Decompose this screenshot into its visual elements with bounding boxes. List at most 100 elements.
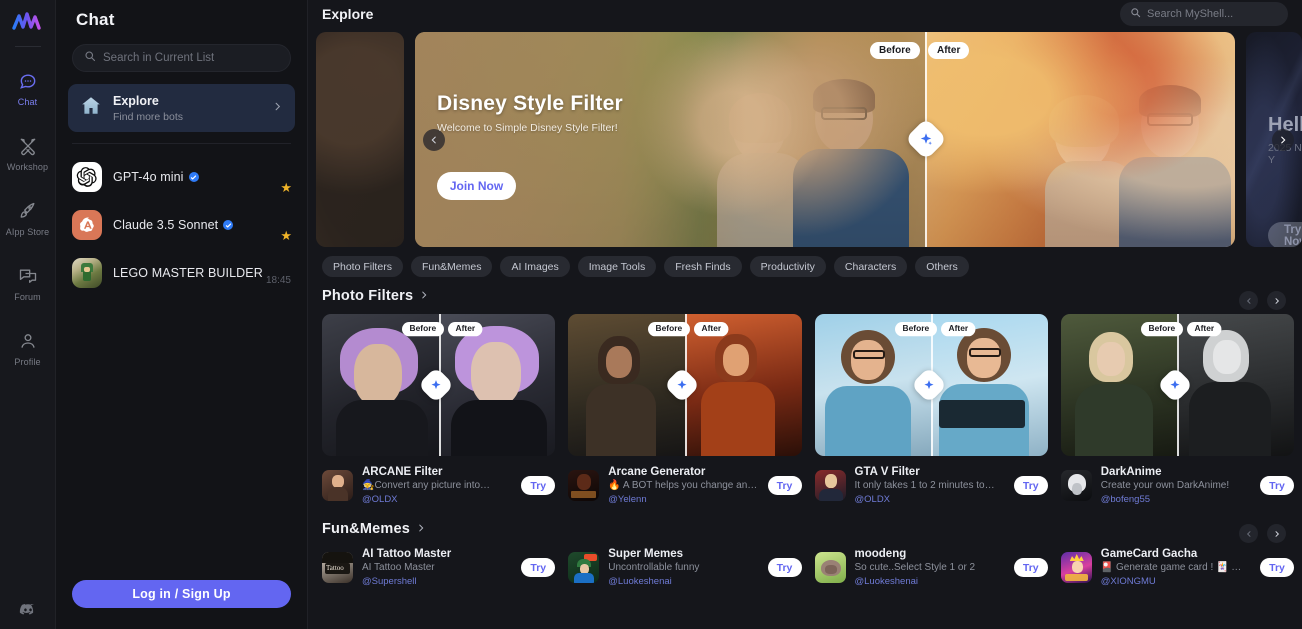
card-description: Uncontrollable funny (608, 562, 700, 573)
before-badge: Before (1140, 322, 1183, 337)
bot-card[interactable]: Before After Arcane Generator 🔥 A BOT he… (568, 314, 802, 506)
try-button[interactable]: Try (767, 476, 802, 495)
section-next-button[interactable] (1267, 291, 1286, 310)
chat-search-input[interactable]: Search in Current List (72, 44, 291, 72)
try-button[interactable]: Try (1260, 476, 1294, 495)
star-icon[interactable]: ★ (280, 181, 292, 194)
login-signup-button[interactable]: Log in / Sign Up (72, 580, 291, 608)
hero-subtitle: Welcome to Simple Disney Style Filter! (437, 122, 618, 134)
bot-card[interactable]: Before After ARCANE Filter � (322, 314, 556, 506)
try-button[interactable]: Try (1013, 476, 1048, 495)
rail-item-app-store[interactable]: AIpp Store (0, 191, 56, 244)
chip-others[interactable]: Others (915, 256, 969, 277)
search-icon (84, 49, 96, 67)
hero-prev-button[interactable] (423, 128, 445, 151)
card-title: Super Memes (608, 548, 684, 560)
hero-slide-previous[interactable] (316, 32, 404, 247)
bot-card[interactable]: Tattoo AI Tattoo Master AI Tattoo Master… (322, 547, 556, 588)
myshell-logo[interactable] (8, 6, 48, 40)
card-text: moodeng So cute..Select Style 1 or 2 @Lu… (855, 547, 1005, 588)
hero-slide-next[interactable]: Hello 2025 New Y Try Now (1246, 32, 1302, 247)
list-item[interactable]: GPT-4o mini ★ (56, 153, 307, 201)
before-badge: Before (870, 42, 920, 59)
card-thumbnail[interactable]: Before After (322, 314, 556, 456)
list-item-name-wrap: Claude 3.5 Sonnet (113, 218, 234, 232)
rail-item-chat[interactable]: Chat (0, 61, 56, 114)
chevron-right-icon (416, 520, 426, 538)
explore-subtitle: Find more bots (113, 111, 184, 123)
bot-card[interactable]: Before After GTA V Filter It only takes … (814, 314, 1048, 506)
section-header[interactable]: Photo Filters (322, 287, 1302, 305)
card-grid: Before After ARCANE Filter � (322, 314, 1302, 506)
try-button[interactable]: Try (767, 558, 802, 577)
star-icon[interactable]: ★ (280, 229, 292, 242)
card-author[interactable]: @OLDX (362, 493, 512, 506)
chip-photo-filters[interactable]: Photo Filters (322, 256, 403, 277)
chat-list: GPT-4o mini ★ Claude 3.5 Sonnet ★ LEGO M… (56, 153, 307, 297)
rail-item-workshop[interactable]: Workshop (0, 126, 56, 179)
section-prev-button[interactable] (1239, 291, 1258, 310)
section-photo-filters: Photo Filters Before After ARCANE Filter… (308, 277, 1302, 506)
sidebar-item-explore[interactable]: Explore Find more bots (68, 84, 295, 132)
card-thumbnail[interactable]: Before After (568, 314, 802, 456)
card-description: 🧙Convert any picture into… (362, 480, 491, 491)
card-title: DarkAnime (1100, 466, 1162, 478)
try-button[interactable]: Try (521, 476, 556, 495)
card-author[interactable]: @Supershell (362, 575, 512, 588)
after-badge: After (928, 42, 970, 59)
card-author[interactable]: @bofeng55 (1101, 493, 1251, 506)
discord-icon[interactable] (0, 603, 56, 617)
card-description: AI Tattoo Master (362, 562, 435, 573)
card-grid: Tattoo AI Tattoo Master AI Tattoo Master… (322, 547, 1302, 588)
try-button[interactable]: Try (1260, 558, 1294, 577)
section-next-button[interactable] (1267, 524, 1286, 543)
chat-panel-title: Chat (76, 10, 115, 29)
card-author[interactable]: @OLDX (855, 493, 1005, 506)
list-item[interactable]: LEGO MASTER BUILDER 18:45 (56, 249, 307, 297)
avatar (814, 552, 846, 583)
before-badge: Before (648, 322, 690, 337)
rail-item-profile[interactable]: Profile (0, 321, 56, 374)
card-author[interactable]: @XIONGMU (1101, 575, 1251, 588)
section-header[interactable]: Fun&Memes (322, 520, 1302, 538)
card-text: GTA V Filter It only takes 1 to 2 minute… (855, 465, 1005, 506)
chip-fresh-finds[interactable]: Fresh Finds (664, 256, 742, 277)
search-input[interactable]: Search MyShell... (1120, 2, 1288, 26)
try-button[interactable]: Try (1013, 558, 1048, 577)
list-item[interactable]: Claude 3.5 Sonnet ★ (56, 201, 307, 249)
section-nav (1239, 291, 1286, 310)
card-author[interactable]: @Luokeshenai (855, 575, 1005, 588)
avatar (72, 162, 102, 192)
join-now-button[interactable]: Join Now (437, 172, 516, 200)
avatar: Tattoo (322, 552, 353, 583)
bot-card[interactable]: Super Memes Uncontrollable funny @Luokes… (568, 547, 802, 588)
bot-card[interactable]: GameCard Gacha 🎴 Generate game card ! 🃏 … (1060, 547, 1294, 588)
page-title: Explore (322, 6, 374, 22)
try-button[interactable]: Try (521, 558, 556, 577)
section-nav (1239, 524, 1286, 543)
before-badge: Before (894, 322, 937, 337)
main-content: Explore Search MyShell... Before After D… (308, 0, 1302, 629)
card-thumbnail[interactable]: Before After (814, 314, 1048, 456)
rail-item-forum[interactable]: Forum (0, 256, 56, 309)
bot-card[interactable]: moodeng So cute..Select Style 1 or 2 @Lu… (814, 547, 1048, 588)
chip-productivity[interactable]: Productivity (749, 256, 826, 277)
chip-characters[interactable]: Characters (833, 256, 908, 277)
card-description: 🔥 A BOT helps you change an… (608, 480, 758, 491)
chip-fun-memes[interactable]: Fun&Memes (410, 256, 493, 277)
hero-next-button[interactable] (1272, 128, 1294, 151)
card-author[interactable]: @Luokeshenai (608, 575, 758, 588)
section-fun-memes: Fun&Memes Tattoo AI Tattoo Master AI Tat… (308, 506, 1302, 588)
hero-track: Before After Disney Style Filter Welcome… (308, 32, 1302, 247)
rail-label-profile: Profile (14, 357, 41, 367)
card-thumbnail[interactable]: Before After (1060, 314, 1294, 456)
bot-card[interactable]: Before After DarkAnime Create your own D… (1060, 314, 1294, 506)
card-author[interactable]: @Yelenn (608, 493, 758, 506)
before-badge: Before (402, 322, 444, 337)
section-prev-button[interactable] (1239, 524, 1258, 543)
try-now-button[interactable]: Try Now (1268, 222, 1302, 247)
chip-ai-images[interactable]: AI Images (500, 256, 570, 277)
hero-slide-active[interactable]: Before After Disney Style Filter Welcome… (415, 32, 1235, 247)
chip-image-tools[interactable]: Image Tools (577, 256, 657, 277)
card-title: ARCANE Filter (362, 466, 443, 478)
